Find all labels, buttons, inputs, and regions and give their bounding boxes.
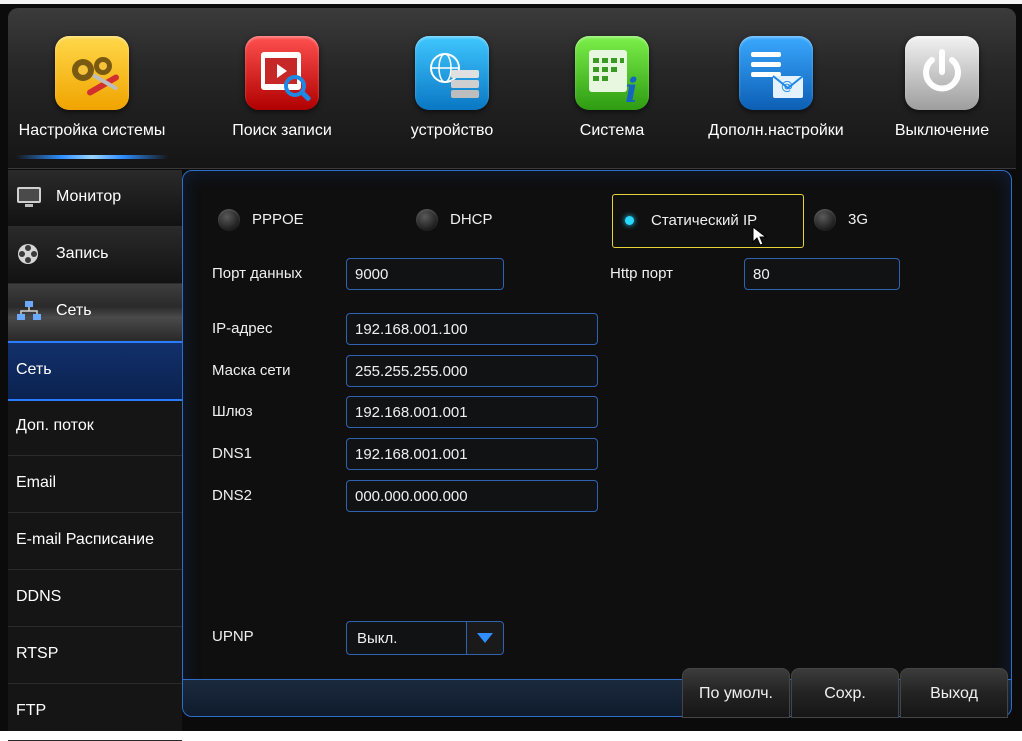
sidebar-item-rtsp[interactable]: RTSP xyxy=(8,627,182,684)
dns2-label: DNS2 xyxy=(212,487,253,504)
radio-label: DHCP xyxy=(450,211,493,228)
dvr-settings-window: Настройка системы Поиск записи устройств… xyxy=(0,0,1022,741)
sidebar-item-email[interactable]: Email xyxy=(8,456,182,513)
system-info-icon: i xyxy=(575,36,649,111)
radio-dot xyxy=(218,209,240,231)
radio-dot xyxy=(416,209,438,231)
dns1-input[interactable]: 192.168.001.001 xyxy=(346,438,598,470)
data-port-label: Порт данных xyxy=(212,265,303,282)
radio-label: PPPOE xyxy=(252,211,304,228)
monitor-icon xyxy=(17,187,41,207)
sidebar-item-network[interactable]: Сеть xyxy=(8,341,182,401)
menu-label: Поиск записи xyxy=(232,122,332,139)
sidebar-item-label: DDNS xyxy=(16,588,62,605)
menu-power-off[interactable]: Выключение xyxy=(858,8,1022,168)
radio-dot xyxy=(814,209,836,231)
http-port-input[interactable]: 80 xyxy=(744,258,900,290)
sidebar-item-label: E-mail Расписание xyxy=(16,531,154,548)
sidebar-item-label: RTSP xyxy=(16,645,59,662)
gateway-label: Шлюз xyxy=(212,403,253,420)
menu-system-settings[interactable]: Настройка системы xyxy=(8,8,176,168)
chevron-down-icon xyxy=(477,633,493,643)
radio-dot-selected xyxy=(619,210,641,232)
sidebar-item-label: Сеть xyxy=(16,361,52,378)
menu-label: Настройка системы xyxy=(18,122,166,139)
sidebar-section-label: Монитор xyxy=(56,188,122,205)
sidebar-item-ddns[interactable]: DDNS xyxy=(8,570,182,627)
sidebar-section-label: Сеть xyxy=(56,302,92,319)
data-port-input[interactable]: 9000 xyxy=(346,258,504,290)
subnet-mask-input[interactable]: 255.255.255.000 xyxy=(346,355,598,387)
ip-address-label: IP-адрес xyxy=(212,320,273,337)
dns1-label: DNS1 xyxy=(212,445,253,462)
top-menu-bar: Настройка системы Поиск записи устройств… xyxy=(8,8,1016,169)
upnp-label: UPNP xyxy=(212,628,254,645)
sidebar-item-ftp[interactable]: FTP xyxy=(8,684,182,741)
menu-label: Выключение xyxy=(894,122,990,139)
menu-label: Система xyxy=(579,122,645,139)
record-search-icon xyxy=(245,36,319,110)
sidebar-item-label: Доп. поток xyxy=(16,417,94,434)
dns2-input[interactable]: 000.000.000.000 xyxy=(346,480,598,512)
device-storage-icon xyxy=(415,36,489,110)
subnet-mask-label: Маска сети xyxy=(212,362,291,379)
system-settings-icon xyxy=(55,36,129,110)
sidebar-section-record[interactable]: Запись xyxy=(8,227,182,284)
sidebar-item-label: FTP xyxy=(16,702,47,719)
http-port-label: Http порт xyxy=(610,265,674,282)
active-menu-underline xyxy=(16,155,168,159)
network-icon xyxy=(17,301,41,320)
sidebar-section-network[interactable]: Сеть xyxy=(8,284,182,341)
default-button[interactable]: По умолч. xyxy=(682,668,790,718)
menu-advanced-settings[interactable]: @ Дополн.настройки xyxy=(692,8,860,168)
svg-text:@: @ xyxy=(781,79,793,93)
menu-label: Дополн.настройки xyxy=(708,122,844,139)
radio-label: 3G xyxy=(848,211,869,228)
upnp-select[interactable]: Выкл. xyxy=(346,621,504,655)
mouse-cursor-icon xyxy=(752,226,768,246)
menu-system[interactable]: i Система xyxy=(528,8,696,168)
exit-button[interactable]: Выход xyxy=(900,668,1008,718)
menu-label: устройство xyxy=(410,122,494,139)
mode-radio-static-ip[interactable]: Статический IP xyxy=(612,194,804,248)
menu-device[interactable]: устройство xyxy=(368,8,536,168)
settings-sidebar: Монитор Запись Сеть Сеть Доп. поток Emai… xyxy=(8,170,182,741)
window-top-edge xyxy=(0,0,1022,4)
dropdown-button[interactable] xyxy=(466,622,503,654)
menu-record-search[interactable]: Поиск записи xyxy=(198,8,366,168)
save-button[interactable]: Сохр. xyxy=(791,668,899,718)
radio-label: Статический IP xyxy=(651,212,758,229)
sidebar-item-substream[interactable]: Доп. поток xyxy=(8,399,182,456)
sidebar-section-monitor[interactable]: Монитор xyxy=(8,170,182,227)
sidebar-item-email-schedule[interactable]: E-mail Расписание xyxy=(8,513,182,570)
film-reel-icon xyxy=(18,244,38,264)
sidebar-item-label: Email xyxy=(16,474,57,491)
sidebar-section-label: Запись xyxy=(56,245,109,262)
gateway-input[interactable]: 192.168.001.001 xyxy=(346,396,598,428)
advanced-settings-icon: @ xyxy=(739,36,813,110)
upnp-selected-value: Выкл. xyxy=(357,630,398,647)
power-icon xyxy=(905,36,979,110)
ip-address-input[interactable]: 192.168.001.100 xyxy=(346,313,598,345)
svg-text:i: i xyxy=(625,71,638,110)
